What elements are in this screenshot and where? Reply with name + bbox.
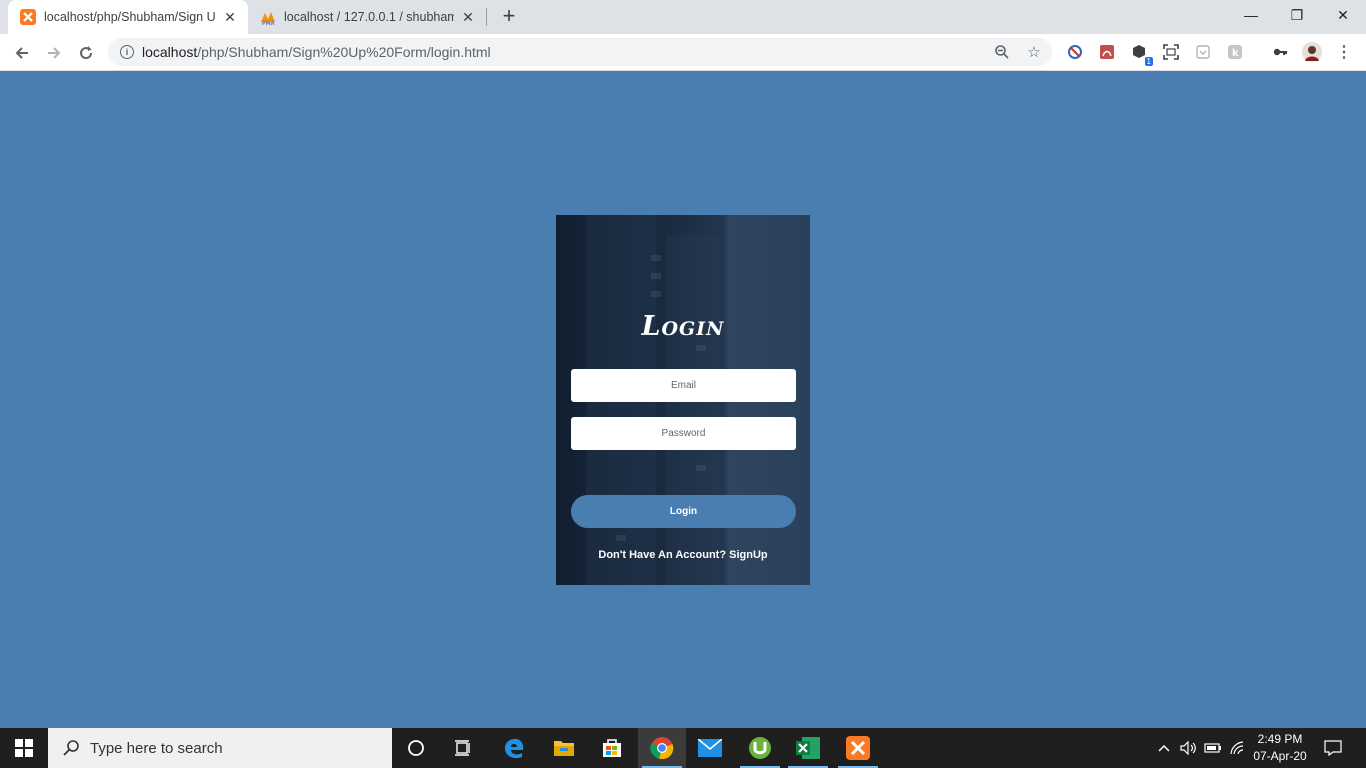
building-window bbox=[616, 535, 626, 541]
mail-icon[interactable] bbox=[686, 728, 734, 768]
browser-tab-strip: localhost/php/Shubham/Sign Up ✕ PMA loca… bbox=[0, 0, 1366, 34]
building-window bbox=[651, 255, 661, 261]
restore-button[interactable]: ❐ bbox=[1274, 0, 1320, 30]
search-placeholder: Type here to search bbox=[90, 739, 223, 757]
login-button[interactable]: Login bbox=[571, 495, 796, 528]
screenshot-extension-icon[interactable] bbox=[1161, 42, 1181, 62]
start-button[interactable] bbox=[0, 728, 48, 768]
browser-toolbar: i localhost/php/Shubham/Sign%20Up%20Form… bbox=[0, 34, 1366, 71]
pocket-extension-icon[interactable] bbox=[1193, 42, 1213, 62]
cortana-icon[interactable] bbox=[392, 728, 440, 768]
bookmark-star-icon[interactable]: ☆ bbox=[1020, 38, 1048, 66]
tab-login[interactable]: localhost/php/Shubham/Sign Up ✕ bbox=[8, 0, 248, 34]
browser-menu-icon[interactable]: ⋮ bbox=[1334, 42, 1354, 62]
utorrent-icon[interactable] bbox=[736, 728, 784, 768]
address-url[interactable]: localhost/php/Shubham/Sign%20Up%20Form/l… bbox=[142, 44, 988, 60]
xampp-icon[interactable] bbox=[834, 728, 882, 768]
edge-icon[interactable] bbox=[490, 728, 538, 768]
tray-chevron-up-icon[interactable] bbox=[1154, 728, 1174, 768]
tab-title: localhost/php/Shubham/Sign Up bbox=[44, 10, 216, 24]
building-window bbox=[696, 465, 706, 471]
taskbar-search-box[interactable]: Type here to search bbox=[48, 728, 392, 768]
building-window bbox=[696, 345, 706, 351]
close-window-button[interactable]: ✕ bbox=[1320, 0, 1366, 30]
signup-link[interactable]: Don't Have An Account? SignUp bbox=[556, 549, 810, 561]
url-host: localhost bbox=[142, 44, 198, 60]
volume-icon[interactable] bbox=[1178, 728, 1200, 768]
wifi-icon[interactable] bbox=[1226, 728, 1248, 768]
url-path: /php/Shubham/Sign%20Up%20Form/login.html bbox=[197, 44, 491, 60]
task-view-icon[interactable] bbox=[440, 728, 488, 768]
tab-phpmyadmin[interactable]: PMA localhost / 127.0.0.1 / shubham / ✕ bbox=[248, 0, 486, 34]
clock-date: 07-Apr-20 bbox=[1253, 749, 1307, 763]
taskbar-clock[interactable]: 2:49 PM 07-Apr-20 bbox=[1246, 731, 1314, 765]
building-window bbox=[651, 291, 661, 297]
forward-arrow-icon bbox=[48, 47, 61, 59]
email-field[interactable] bbox=[571, 369, 796, 402]
login-card: Login Login Don't Have An Account? SignU… bbox=[556, 215, 810, 585]
phpmyadmin-favicon-icon: PMA bbox=[260, 9, 276, 25]
minimize-button[interactable]: — bbox=[1228, 0, 1274, 30]
tab-close-icon[interactable]: ✕ bbox=[222, 9, 238, 25]
search-icon bbox=[63, 740, 79, 756]
chrome-icon[interactable] bbox=[638, 728, 686, 768]
key-icon[interactable] bbox=[1270, 42, 1290, 62]
package-extension-icon[interactable]: 1 bbox=[1129, 42, 1153, 66]
reload-button[interactable] bbox=[72, 39, 100, 67]
tab-close-icon[interactable]: ✕ bbox=[460, 9, 476, 25]
forward-button[interactable] bbox=[40, 39, 68, 67]
windows-logo-icon bbox=[15, 739, 33, 757]
login-title: Login bbox=[641, 311, 725, 342]
reload-icon bbox=[80, 46, 93, 60]
building-shape bbox=[666, 235, 721, 585]
building-window bbox=[651, 273, 661, 279]
svg-text:PMA: PMA bbox=[262, 21, 275, 25]
tab-title: localhost / 127.0.0.1 / shubham / bbox=[284, 10, 454, 24]
back-button[interactable] bbox=[8, 39, 36, 67]
svg-text:k: k bbox=[1232, 48, 1239, 59]
tab-separator bbox=[486, 8, 487, 26]
windows-taskbar: Type here to search 2:49 PM 07-Apr-20 bbox=[0, 728, 1366, 768]
profile-avatar[interactable] bbox=[1302, 42, 1322, 62]
store-icon[interactable] bbox=[588, 728, 636, 768]
password-field[interactable] bbox=[571, 417, 796, 450]
site-info-icon[interactable]: i bbox=[120, 45, 134, 59]
action-center-icon[interactable] bbox=[1318, 728, 1348, 768]
zoom-icon[interactable] bbox=[988, 38, 1016, 66]
clock-time: 2:49 PM bbox=[1257, 732, 1303, 746]
back-arrow-icon bbox=[15, 47, 28, 59]
xampp-favicon-icon bbox=[20, 9, 36, 25]
block-extension-icon[interactable] bbox=[1065, 42, 1085, 62]
extension-badge: 1 bbox=[1144, 57, 1153, 66]
new-tab-button[interactable]: + bbox=[498, 5, 520, 28]
address-bar[interactable]: i localhost/php/Shubham/Sign%20Up%20Form… bbox=[108, 38, 1052, 66]
pdf-extension-icon[interactable] bbox=[1097, 42, 1117, 62]
excel-icon[interactable] bbox=[784, 728, 832, 768]
grammar-extension-icon[interactable]: k bbox=[1225, 42, 1245, 62]
battery-icon[interactable] bbox=[1202, 728, 1224, 768]
file-explorer-icon[interactable] bbox=[540, 728, 588, 768]
